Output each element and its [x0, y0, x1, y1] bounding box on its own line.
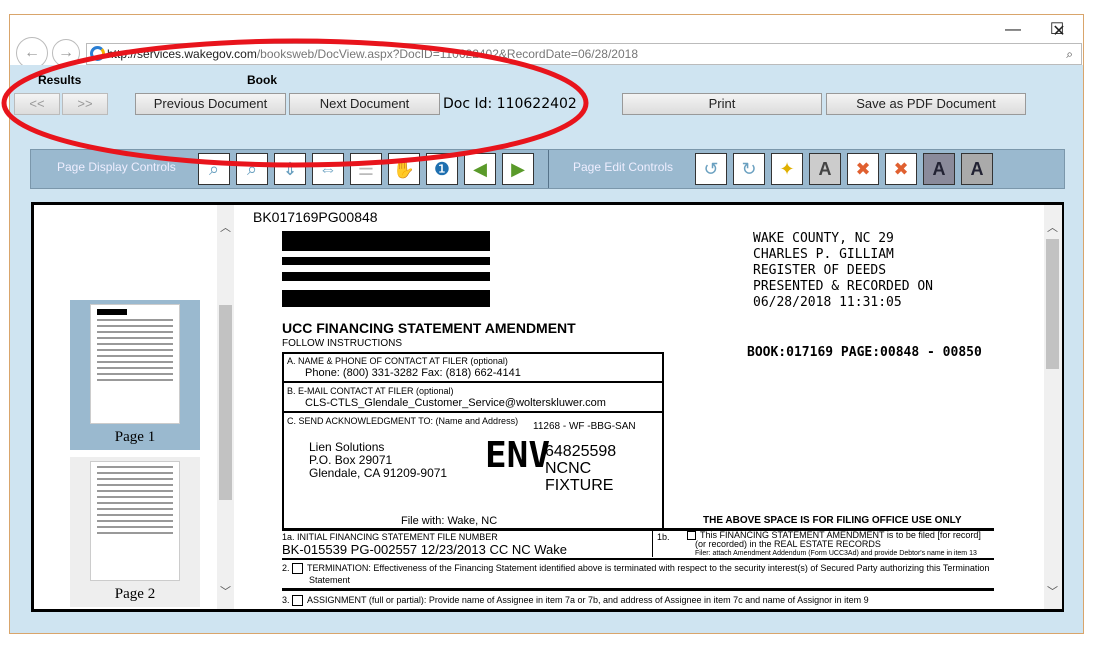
red-annotation-ellipse: [1, 38, 589, 168]
